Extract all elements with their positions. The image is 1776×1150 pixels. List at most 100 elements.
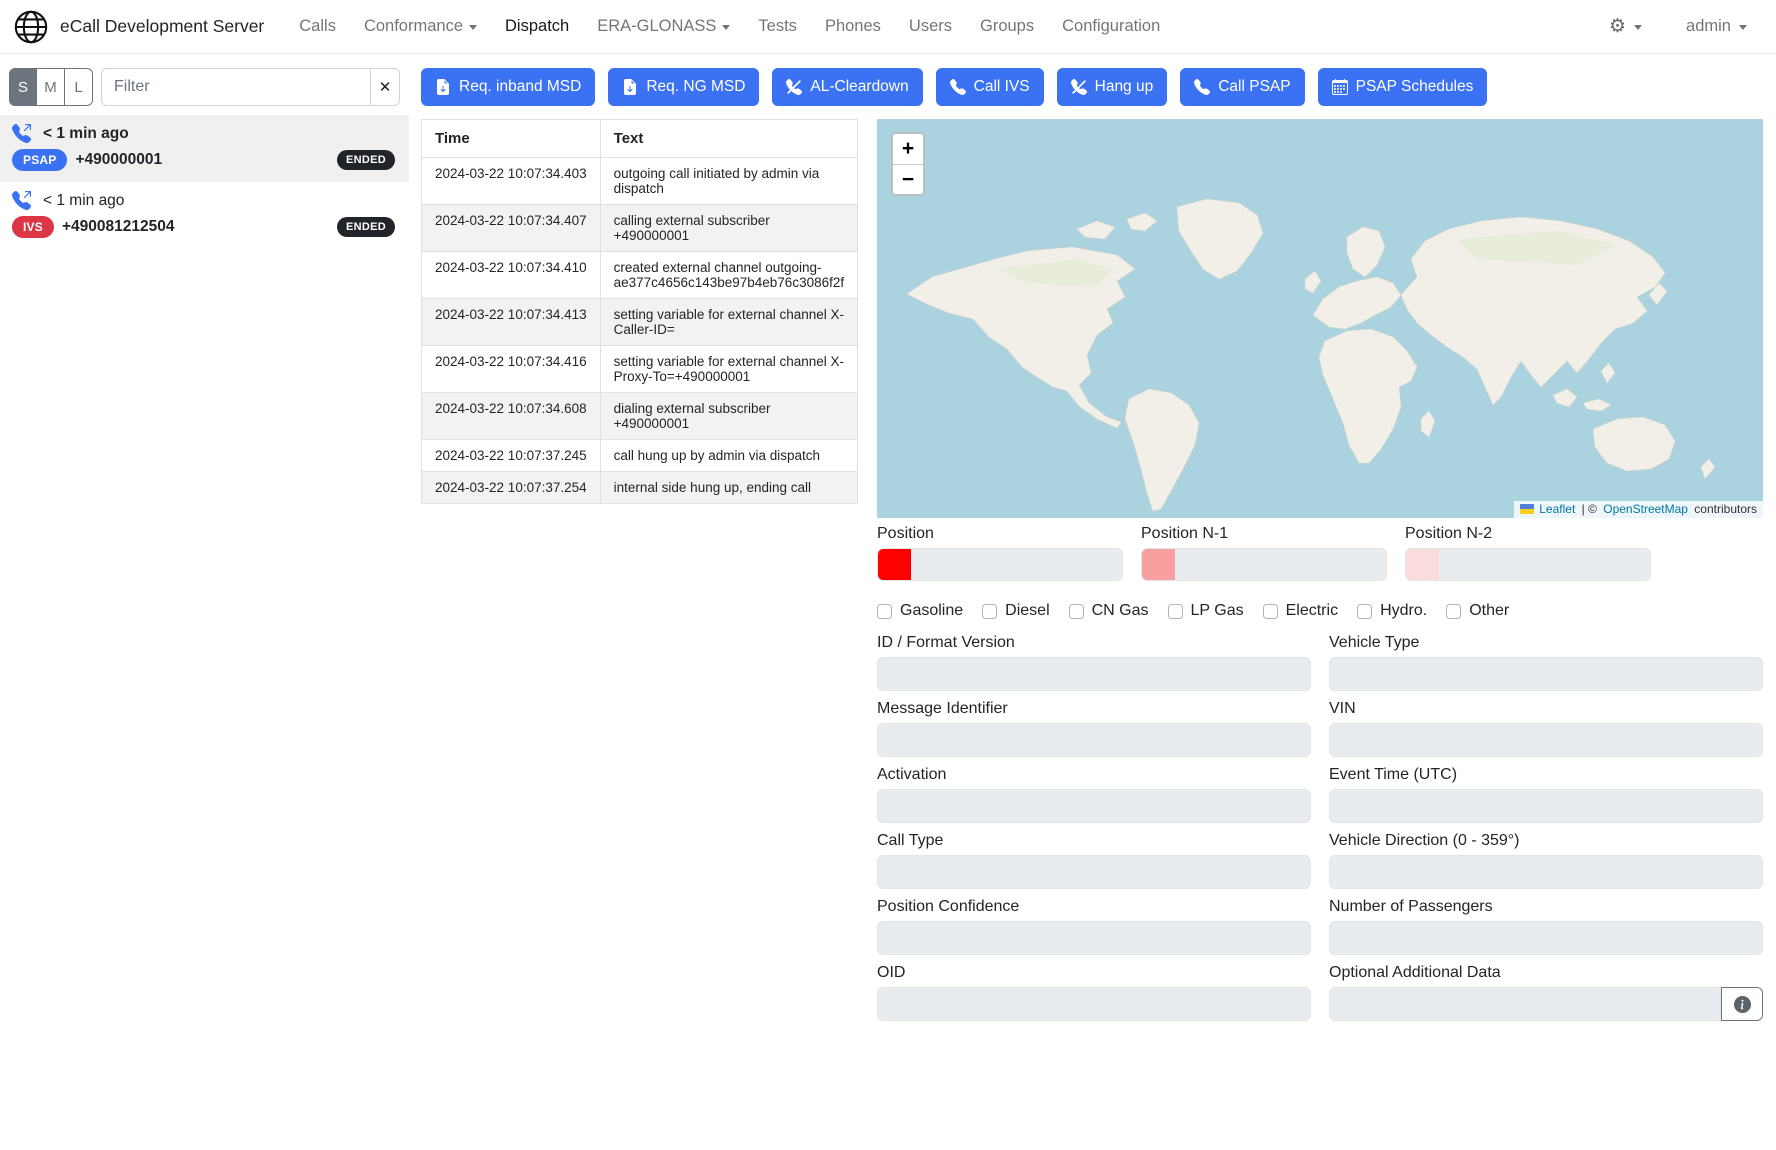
app-logo-globe-icon	[12, 8, 50, 46]
log-text: setting variable for external channel X-…	[600, 299, 857, 346]
nav-item-conformance[interactable]: Conformance	[353, 9, 488, 44]
log-table-row: 2024-03-22 10:07:34.416 setting variable…	[422, 346, 858, 393]
nav-item-tests[interactable]: Tests	[747, 9, 808, 44]
nav-item-groups[interactable]: Groups	[969, 9, 1045, 44]
form-field-input	[1329, 855, 1763, 889]
zoom-in-button[interactable]: +	[893, 134, 923, 164]
fuel-type-label: Diesel	[1005, 602, 1049, 620]
form-field: OID	[877, 960, 1311, 1021]
additional-data-info-button[interactable]	[1721, 987, 1763, 1021]
size-large-button[interactable]: L	[65, 68, 93, 106]
leaflet-link[interactable]: Leaflet	[1539, 502, 1575, 516]
fuel-type-option: CN Gas	[1069, 602, 1149, 620]
nav-item-dispatch[interactable]: Dispatch	[494, 9, 580, 44]
size-medium-button[interactable]: M	[37, 68, 65, 106]
log-text: setting variable for external channel X-…	[600, 346, 857, 393]
position-value-bar	[1141, 548, 1387, 581]
map-zoom-control: + −	[891, 132, 925, 196]
position-value-bar	[877, 548, 1123, 581]
log-table-row: 2024-03-22 10:07:37.254 internal side hu…	[422, 472, 858, 504]
fuel-type-checkbox[interactable]	[1069, 604, 1084, 619]
close-icon: ✕	[379, 79, 392, 96]
position-indicators: Position Position N-1	[877, 525, 1763, 581]
log-time: 2024-03-22 10:07:34.407	[422, 205, 601, 252]
form-field-label: OID	[877, 960, 1311, 987]
optional-additional-data-field: Optional Additional Data	[1329, 960, 1763, 1021]
list-size-button-group: S M L	[9, 68, 93, 106]
log-text: internal side hung up, ending call	[600, 472, 857, 504]
nav-item-configuration[interactable]: Configuration	[1051, 9, 1171, 44]
hang-up-button[interactable]: Hang up	[1057, 68, 1168, 106]
nav-item-era-glonass[interactable]: ERA-GLONASS	[586, 9, 741, 44]
form-field-label: Position Confidence	[877, 894, 1311, 921]
nav-item-users[interactable]: Users	[898, 9, 963, 44]
nav-item-phones[interactable]: Phones	[814, 9, 892, 44]
form-field-label: Call Type	[877, 828, 1311, 855]
dispatch-main: Req. inband MSD Req. NG MSD AL-Cleardown…	[409, 54, 1776, 1021]
size-small-button[interactable]: S	[9, 68, 37, 106]
user-menu-dropdown[interactable]: admin	[1675, 9, 1758, 44]
column-header-text: Text	[600, 120, 857, 158]
fuel-type-checkbox[interactable]	[1263, 604, 1278, 619]
caret-down-icon	[1634, 25, 1642, 30]
phone-icon	[1194, 79, 1210, 95]
log-time: 2024-03-22 10:07:34.608	[422, 393, 601, 440]
form-field-label: ID / Format Version	[877, 630, 1311, 657]
fuel-type-label: Other	[1469, 602, 1509, 620]
fuel-type-checkboxes: Gasoline Diesel CN Gas	[877, 602, 1763, 620]
fuel-type-label: CN Gas	[1092, 602, 1149, 620]
nav-item-calls[interactable]: Calls	[288, 9, 347, 44]
settings-dropdown[interactable]: ⚙	[1598, 9, 1653, 44]
log-time: 2024-03-22 10:07:34.416	[422, 346, 601, 393]
log-text: outgoing call initiated by admin via dis…	[600, 158, 857, 205]
call-list-item[interactable]: < 1 min ago PSAP +490000001 ENDED	[0, 115, 409, 182]
openstreetmap-link[interactable]: OpenStreetMap	[1603, 502, 1688, 516]
fuel-type-checkbox[interactable]	[1357, 604, 1372, 619]
log-text: created external channel outgoing-ae377c…	[600, 252, 857, 299]
fuel-type-checkbox[interactable]	[877, 604, 892, 619]
info-circle-icon	[1734, 996, 1751, 1013]
msd-form: ID / Format Version Message Identifier A…	[877, 625, 1763, 1021]
position-label: Position N-2	[1405, 525, 1651, 543]
form-field-input	[877, 789, 1311, 823]
column-header-time: Time	[422, 120, 601, 158]
call-log-table: Time Text 2024-03-22 10:07:34.403 outgoi…	[421, 119, 853, 504]
call-list-item[interactable]: < 1 min ago IVS +490081212504 ENDED	[0, 182, 409, 249]
position-indicator: Position	[877, 525, 1123, 581]
clear-filter-button[interactable]: ✕	[371, 68, 400, 106]
fuel-type-checkbox[interactable]	[982, 604, 997, 619]
form-field-input	[877, 657, 1311, 691]
form-field: Vehicle Direction (0 - 359°)	[1329, 828, 1763, 889]
call-list: < 1 min ago PSAP +490000001 ENDED	[0, 115, 409, 249]
call-type-badge: PSAP	[12, 149, 67, 171]
psap-schedules-button[interactable]: PSAP Schedules	[1318, 68, 1488, 106]
log-table-row: 2024-03-22 10:07:34.413 setting variable…	[422, 299, 858, 346]
log-time: 2024-03-22 10:07:34.413	[422, 299, 601, 346]
log-text: calling external subscriber +490000001	[600, 205, 857, 252]
fuel-type-checkbox[interactable]	[1446, 604, 1461, 619]
zoom-out-button[interactable]: −	[893, 164, 923, 194]
fuel-type-option: Electric	[1263, 602, 1338, 620]
req-ng-msd-button[interactable]: Req. NG MSD	[608, 68, 759, 106]
log-table-row: 2024-03-22 10:07:34.407 calling external…	[422, 205, 858, 252]
position-color-swatch	[878, 549, 911, 580]
al-cleardown-button[interactable]: AL-Cleardown	[772, 68, 922, 106]
form-field: Vehicle Type	[1329, 630, 1763, 691]
phone-slash-icon	[1071, 79, 1087, 95]
fuel-type-option: Hydro.	[1357, 602, 1427, 620]
log-table-row: 2024-03-22 10:07:34.410 created external…	[422, 252, 858, 299]
call-status-badge: ENDED	[337, 150, 395, 170]
leaflet-map[interactable]: + − Leaflet | © OpenStreetMap contributo…	[877, 119, 1763, 518]
form-field-input	[1329, 921, 1763, 955]
world-map-graphic	[877, 119, 1763, 518]
form-field-input	[1329, 723, 1763, 757]
optional-additional-data-input	[1329, 987, 1721, 1021]
form-field: Call Type	[877, 828, 1311, 889]
call-psap-button[interactable]: Call PSAP	[1180, 68, 1304, 106]
fuel-type-option: Gasoline	[877, 602, 963, 620]
filter-input[interactable]	[101, 68, 371, 106]
fuel-type-checkbox[interactable]	[1168, 604, 1183, 619]
call-ivs-button[interactable]: Call IVS	[936, 68, 1044, 106]
req-inband-msd-button[interactable]: Req. inband MSD	[421, 68, 595, 106]
gear-icon: ⚙	[1609, 17, 1626, 36]
